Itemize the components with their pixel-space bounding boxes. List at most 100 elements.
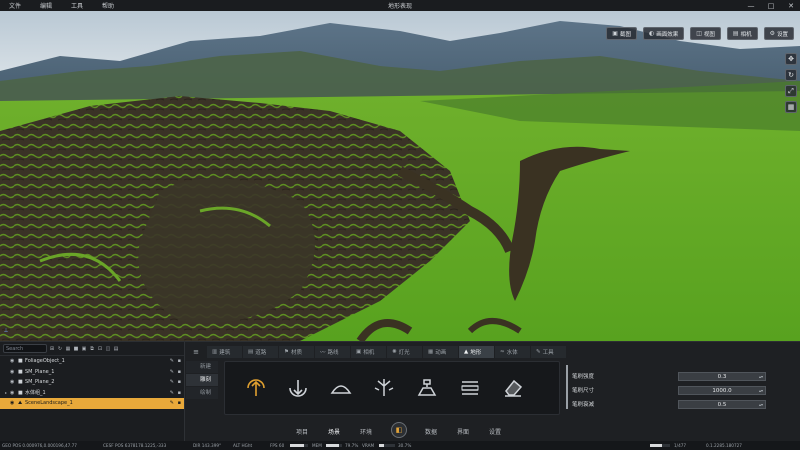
effect-button[interactable]: ◐ 画面效果 — [642, 27, 685, 40]
outliner-item[interactable]: ◉ ■ SM_Plane_1 ✎ ▪ — [0, 367, 184, 378]
brush-params: 笔刷强度 0.3 ▴▾ 笔刷尺寸 1000.0 ▴▾ 笔刷衰减 0.5 ▴▾ — [566, 361, 766, 415]
outliner-item-selected[interactable]: ◉ ⛰ SceneLandscape_1 ✎ ▪ — [0, 398, 184, 409]
tab-animation[interactable]: ▦ 动画 — [423, 346, 458, 358]
landscape-icon: ⛰ — [18, 400, 23, 407]
screenshot-button[interactable]: ▣ 截图 — [606, 27, 637, 40]
eye-icon[interactable]: ◉ — [10, 390, 18, 396]
mode-project[interactable]: 项目 — [296, 427, 308, 436]
tab-terrain[interactable]: ▲ 地形 — [459, 346, 494, 358]
minimize-icon[interactable]: — — [746, 2, 756, 10]
rotate-icon[interactable]: ↻ — [785, 69, 797, 81]
outliner-item[interactable]: ◉ ■ SM_Plane_2 ✎ ▪ — [0, 377, 184, 388]
hamburger-icon[interactable]: ≡ — [186, 346, 206, 358]
tab-road[interactable]: ▤ 道路 — [243, 346, 278, 358]
tab-material[interactable]: ⚑ 材质 — [279, 346, 314, 358]
noise-tool-icon[interactable] — [371, 375, 397, 401]
terrain-render — [0, 11, 800, 341]
brush-falloff-input[interactable]: 0.5 ▴▾ — [678, 399, 766, 409]
tab-camera[interactable]: ▣ 相机 — [351, 346, 386, 358]
vram-value: 30.7% — [398, 443, 412, 448]
lock-icon[interactable]: ▪ — [178, 369, 181, 375]
spinner-icon[interactable]: ▴▾ — [759, 373, 763, 381]
spinner-icon[interactable]: ▴▾ — [759, 401, 763, 409]
erase-tool-icon[interactable] — [500, 375, 526, 401]
material-icon: ⚑ — [284, 349, 289, 355]
group-icon[interactable]: ▦ — [65, 346, 71, 352]
home-mode-icon[interactable]: ◧ — [391, 422, 407, 438]
outliner-item[interactable]: ▸ ◉ ■ 水体组_1 ✎ ▪ — [0, 388, 184, 399]
menu-tools[interactable]: 工具 — [62, 1, 93, 10]
mode-scene[interactable]: 场景 — [328, 427, 340, 436]
lock-icon[interactable]: ▪ — [178, 390, 181, 396]
coords-indicator: 0.1.2285.180727 — [706, 443, 742, 448]
lower-tool-icon[interactable] — [285, 375, 311, 401]
move-icon[interactable]: ✥ — [785, 53, 797, 65]
outliner-search-input[interactable]: Search — [3, 344, 47, 353]
delete-icon[interactable]: ▤ — [113, 346, 119, 352]
eye-icon[interactable]: ◉ — [10, 369, 18, 375]
status-bar: GEO POS 0.000976,0.000196,47.77 CESF POS… — [0, 441, 800, 450]
tab-water[interactable]: ≈ 水体 — [495, 346, 530, 358]
vram-meter-fill — [379, 444, 384, 447]
menu-help[interactable]: 帮助 — [93, 1, 124, 10]
layer-tool-icon[interactable] — [457, 375, 483, 401]
menu-file[interactable]: 文件 — [0, 1, 31, 10]
eye-icon[interactable]: ◉ — [10, 379, 18, 385]
brush-strength-input[interactable]: 0.3 ▴▾ — [678, 371, 766, 381]
object-icon: ■ — [18, 379, 23, 386]
expand-icon[interactable]: ▸ — [5, 390, 7, 395]
maximize-icon[interactable]: □ — [766, 2, 776, 10]
tab-building[interactable]: ▥ 建筑 — [207, 346, 242, 358]
brush-size-input[interactable]: 1000.0 ▴▾ — [678, 385, 766, 395]
view-button[interactable]: ◫ 视图 — [690, 27, 721, 40]
paste-icon[interactable]: ⊡ — [97, 346, 103, 352]
scale-icon[interactable]: ⤢ — [785, 85, 797, 97]
lock-icon[interactable]: ▪ — [178, 379, 181, 385]
edit-icon[interactable]: ✎ — [170, 369, 174, 375]
copy-icon[interactable]: ⧉ — [89, 346, 95, 352]
eye-icon[interactable]: ◉ — [10, 358, 18, 364]
box-icon[interactable]: ■ — [73, 346, 79, 352]
flatten-tool-icon[interactable] — [414, 375, 440, 401]
layer-icon[interactable]: ◫ — [105, 346, 111, 352]
light-icon: ✺ — [392, 349, 397, 355]
edit-icon[interactable]: ✎ — [170, 400, 174, 406]
terrain-icon: ▲ — [464, 349, 469, 355]
road-icon: ▤ — [248, 349, 254, 355]
mode-environment[interactable]: 环境 — [360, 427, 372, 436]
spinner-icon[interactable]: ▴▾ — [759, 387, 763, 395]
snap-icon[interactable]: ▦ — [785, 101, 797, 113]
geo-pos: GEO POS 0.000976,0.000196,47.77 — [2, 443, 77, 448]
tab-tools[interactable]: ✎ 工具 — [531, 346, 566, 358]
lock-icon[interactable]: ▪ — [178, 358, 181, 364]
view-icon: ◫ — [696, 30, 702, 37]
lock-icon[interactable]: ▪ — [178, 400, 181, 406]
outliner-item[interactable]: ◉ ■ FoliageObject_1 ✎ ▪ — [0, 356, 184, 367]
subtab-sculpt[interactable]: 雕刻 — [186, 374, 218, 386]
camera-button[interactable]: ▤ 相机 — [726, 27, 758, 40]
mode-settings[interactable]: 设置 — [489, 427, 501, 436]
settings-button[interactable]: ⚙ 设置 — [763, 27, 794, 40]
param-brush-size: 笔刷尺寸 1000.0 ▴▾ — [572, 385, 766, 395]
edit-icon[interactable]: ✎ — [170, 379, 174, 385]
edit-icon[interactable]: ✎ — [170, 390, 174, 396]
refresh-icon[interactable]: ↻ — [57, 346, 63, 352]
filter-icon[interactable]: ⊞ — [49, 346, 55, 352]
menu-edit[interactable]: 编辑 — [31, 1, 62, 10]
eye-icon[interactable]: ◉ — [10, 400, 18, 406]
edit-icon[interactable]: ✎ — [170, 358, 174, 364]
raise-tool-icon[interactable] — [243, 375, 269, 401]
bottom-dock: Search ⊞ ↻ ▦ ■ ▣ ⧉ ⊡ ◫ ▤ ◉ ■ FoliageObje… — [0, 341, 800, 442]
close-icon[interactable]: ✕ — [786, 2, 796, 10]
tab-light[interactable]: ✺ 灯光 — [387, 346, 422, 358]
tab-route[interactable]: 〰路线 — [315, 346, 350, 358]
mode-data[interactable]: 数据 — [425, 427, 437, 436]
altitude: ALT HGht — [233, 443, 253, 448]
mode-interface[interactable]: 界面 — [457, 427, 469, 436]
smooth-tool-icon[interactable] — [328, 375, 354, 401]
subtab-new[interactable]: 新建 — [186, 361, 218, 373]
scene-viewport[interactable]: ▣ 截图 ◐ 画面效果 ◫ 视图 ▤ 相机 ⚙ 设置 ✥ ↻ ⤢ ▦ ⟂ — [0, 11, 800, 341]
object-icon: ■ — [18, 368, 23, 375]
folder-icon[interactable]: ▣ — [81, 346, 87, 352]
subtab-paint[interactable]: 绘制 — [186, 387, 218, 399]
